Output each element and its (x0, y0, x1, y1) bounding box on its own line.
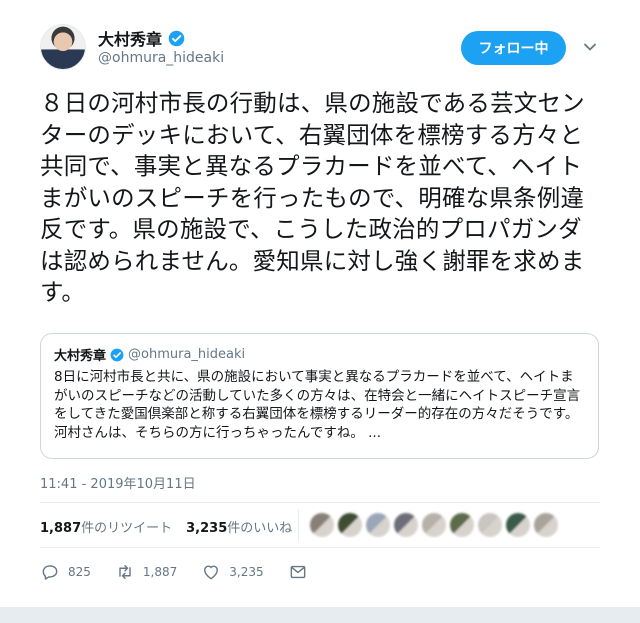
liker-avatar[interactable] (366, 513, 390, 537)
retweet-count: 1,887 (142, 565, 178, 579)
tweet-actions: 825 1,887 3,235 (40, 562, 332, 582)
quoted-tweet[interactable]: 大村秀章 @ohmura_hideaki 8日に河村市長と共に、県の施設において… (40, 333, 599, 459)
author-name-row: 大村秀章 (98, 26, 185, 50)
quoted-tweet-header: 大村秀章 @ohmura_hideaki (54, 345, 585, 364)
liker-avatar[interactable] (450, 513, 474, 537)
liker-avatar[interactable] (422, 513, 446, 537)
avatar[interactable] (40, 24, 86, 70)
bottom-bar (0, 607, 640, 623)
quoted-tweet-text: 8日に河村市長と共に、県の施設において事実と異なるプラカードを並べて、ヘイトまが… (54, 369, 581, 441)
reply-button[interactable]: 825 (40, 562, 91, 582)
divider (40, 547, 600, 548)
liker-avatar[interactable] (506, 513, 530, 537)
direct-message-button[interactable] (288, 562, 308, 582)
author-name[interactable]: 大村秀章 (98, 26, 162, 50)
retweets-stat-count: 1,887 (40, 521, 82, 536)
liker-avatar[interactable] (338, 513, 362, 537)
liker-avatar[interactable] (394, 513, 418, 537)
liker-avatar[interactable] (478, 513, 502, 537)
reply-icon (42, 565, 58, 580)
envelope-icon (290, 565, 305, 579)
liker-avatar[interactable] (534, 513, 558, 537)
like-count: 3,235 (229, 565, 264, 579)
tweet-stats: 1,887件のリツイート 3,235件のいいね (40, 517, 292, 536)
likes-stat-count: 3,235 (186, 521, 228, 536)
retweets-stat-label: 件のリツイート (81, 521, 173, 536)
chevron-down-icon[interactable] (583, 40, 597, 54)
liker-avatar[interactable] (310, 513, 334, 537)
reply-count: 825 (68, 565, 91, 579)
likes-stat-label: 件のいいね (227, 521, 293, 536)
author-handle[interactable]: @ohmura_hideaki (98, 50, 224, 66)
retweet-button[interactable]: 1,887 (115, 562, 177, 582)
stats-separator (298, 509, 299, 541)
quoted-author-name: 大村秀章 (54, 349, 107, 364)
following-button[interactable]: フォロー中 (461, 31, 566, 65)
liker-avatars (310, 513, 558, 537)
retweets-stat[interactable]: 1,887件のリツイート (40, 517, 172, 536)
verified-badge-icon (168, 30, 185, 46)
verified-badge-icon (110, 348, 124, 361)
quoted-author-handle: @ohmura_hideaki (128, 347, 246, 362)
tweet-header: 大村秀章 @ohmura_hideaki フォロー中 (0, 0, 640, 80)
divider (40, 502, 600, 503)
tweet-timestamp[interactable]: 11:41 - 2019年10月11日 (40, 473, 196, 492)
heart-icon (204, 565, 219, 580)
retweet-icon (119, 565, 131, 579)
likes-stat[interactable]: 3,235件のいいね (186, 517, 292, 536)
like-button[interactable]: 3,235 (201, 562, 264, 582)
tweet-text: ８日の河村市長の行動は、県の施設である芸文センターのデッキにおいて、右翼団体を標… (40, 89, 585, 306)
